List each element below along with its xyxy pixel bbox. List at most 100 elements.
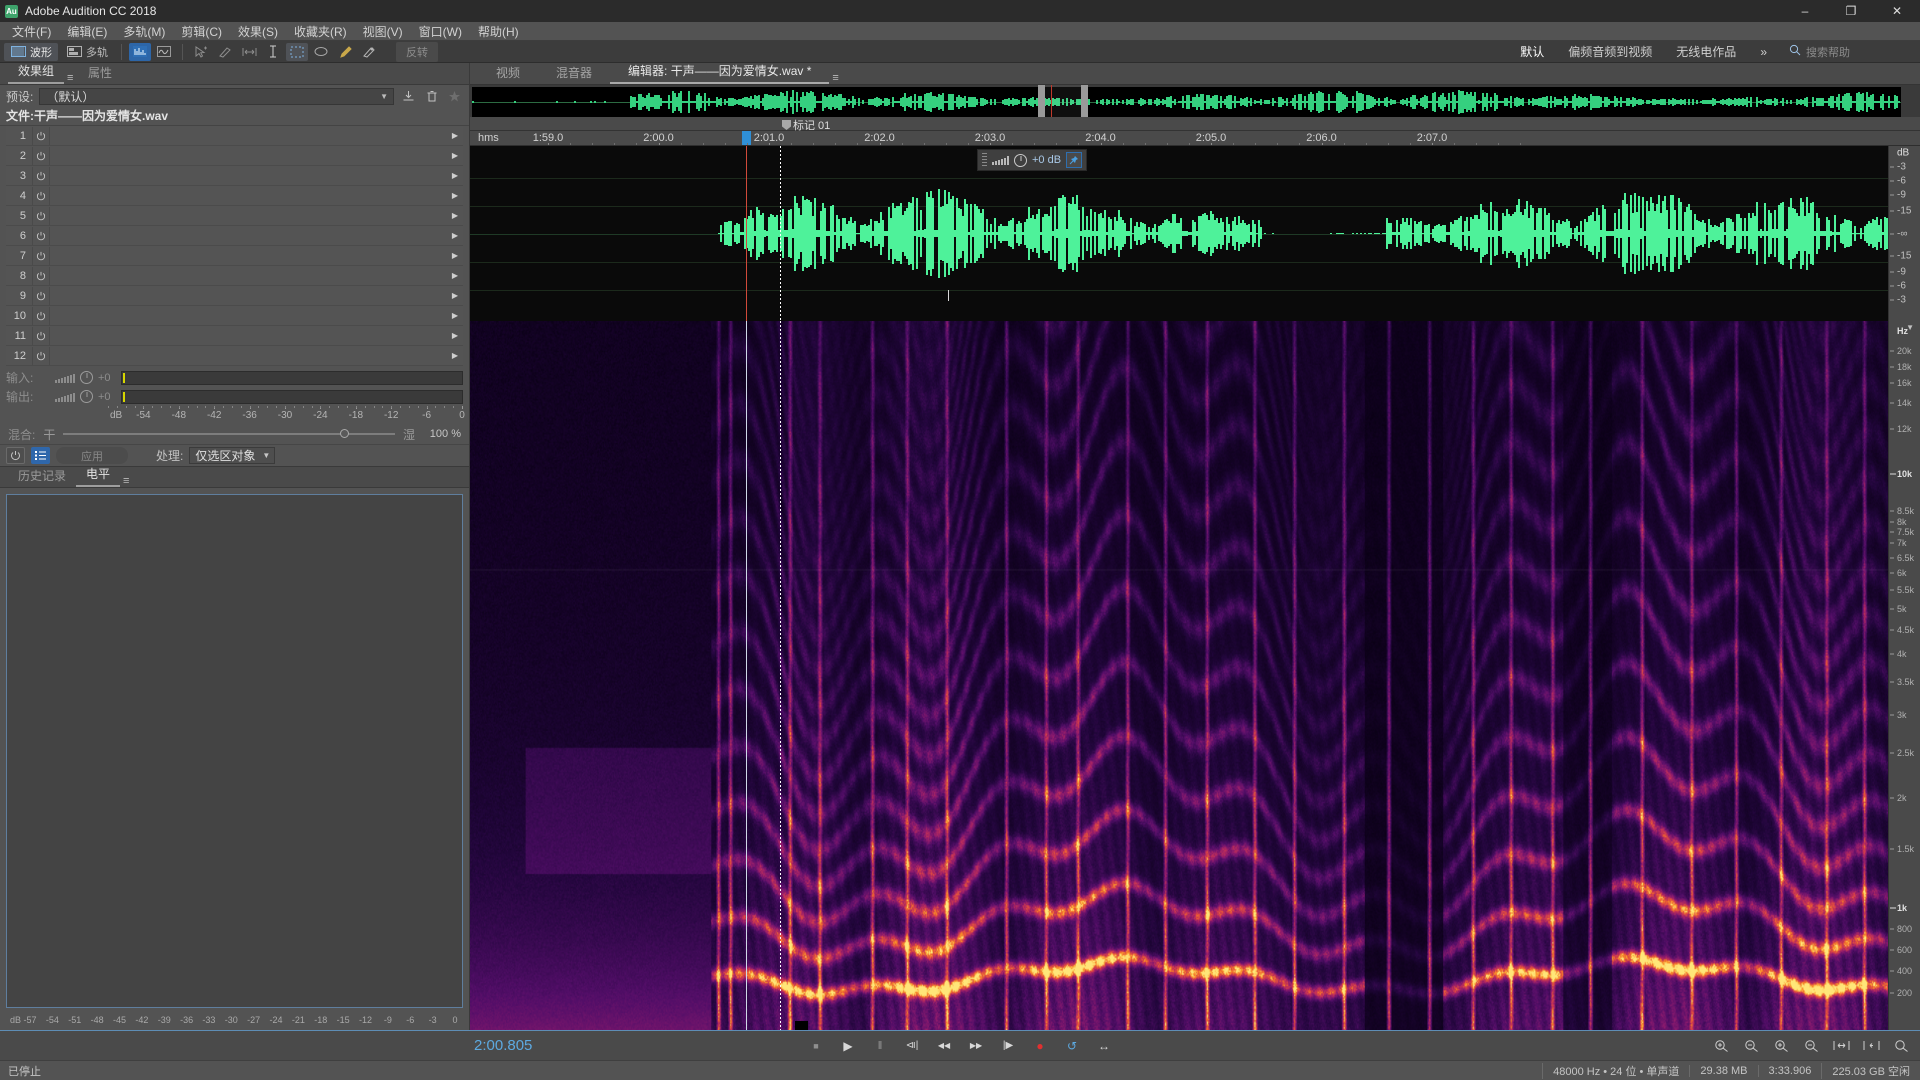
effect-slot-row[interactable]: 11 ▶	[6, 326, 463, 346]
effect-slot-name[interactable]	[50, 306, 447, 326]
effect-slot-chevron-icon[interactable]: ▶	[447, 251, 463, 260]
rewind-button[interactable]: ◀◀	[936, 1038, 952, 1054]
effect-slot-name[interactable]	[50, 206, 447, 226]
effect-slot-name[interactable]	[50, 346, 447, 366]
effect-slot-name[interactable]	[50, 326, 447, 346]
tab-editor[interactable]: 编辑器: 干声——因为爱情女.wav *	[610, 60, 830, 84]
effect-slot-row[interactable]: 1 ▶	[6, 126, 463, 146]
effect-slot-row[interactable]: 6 ▶	[6, 226, 463, 246]
zoom-in-time-icon[interactable]	[1773, 1038, 1790, 1053]
razor-tool-icon[interactable]	[214, 43, 236, 61]
workspace-default[interactable]: 默认	[1508, 41, 1556, 63]
effect-slot-row[interactable]: 7 ▶	[6, 246, 463, 266]
effect-slot-name[interactable]	[50, 226, 447, 246]
effect-slot-name[interactable]	[50, 246, 447, 266]
zoom-in-amplitude-icon[interactable]	[1713, 1038, 1730, 1053]
zoom-out-full-icon[interactable]	[1893, 1038, 1910, 1053]
delete-preset-icon[interactable]	[423, 88, 440, 105]
menu-edit[interactable]: 编辑(E)	[60, 21, 114, 42]
effect-slot-power-icon[interactable]	[32, 146, 50, 165]
effect-slot-name[interactable]	[50, 266, 447, 286]
effect-slot-name[interactable]	[50, 146, 447, 166]
reverse-button[interactable]: 反转	[396, 41, 438, 62]
tab-properties[interactable]: 属性	[78, 62, 122, 84]
effects-slot-list[interactable]: 1 ▶ 2 ▶ 3 ▶ 4 ▶ 5 ▶ 6 ▶ 7 ▶ 8 ▶ 9 ▶ 10 ▶ 11 ▶ 12 ▶	[0, 125, 469, 368]
effect-slot-row[interactable]: 12 ▶	[6, 346, 463, 366]
waveform-canvas[interactable]: +0 dB	[470, 146, 1888, 321]
skip-end-button[interactable]: |▶	[1000, 1038, 1016, 1054]
menu-clip[interactable]: 剪辑(C)	[174, 21, 229, 42]
process-dropdown[interactable]: 仅选区对象 ▼	[189, 447, 276, 464]
spectral-scale-menu-icon[interactable]: ▼	[1906, 323, 1914, 332]
input-gain-knob[interactable]	[80, 371, 93, 384]
zoom-out-amplitude-icon[interactable]	[1743, 1038, 1760, 1053]
spectrogram-canvas[interactable]	[470, 321, 1888, 1030]
effect-slot-power-icon[interactable]	[32, 226, 50, 245]
menu-window[interactable]: 窗口(W)	[412, 21, 469, 42]
output-gain-knob[interactable]	[80, 390, 93, 403]
gain-hud[interactable]: +0 dB	[977, 149, 1088, 171]
effect-slot-row[interactable]: 4 ▶	[6, 186, 463, 206]
effect-slot-chevron-icon[interactable]: ▶	[447, 291, 463, 300]
effect-slot-row[interactable]: 9 ▶	[6, 286, 463, 306]
effect-slot-power-icon[interactable]	[32, 266, 50, 285]
stop-button[interactable]: ■	[808, 1038, 824, 1054]
time-selection-tool-icon[interactable]	[262, 43, 284, 61]
waveform-view-button[interactable]: 波形	[4, 42, 58, 61]
effect-slot-power-icon[interactable]	[32, 186, 50, 205]
tab-levels[interactable]: 电平	[76, 463, 121, 487]
menu-multitrack[interactable]: 多轨(M)	[116, 21, 172, 42]
effect-slot-row[interactable]: 5 ▶	[6, 206, 463, 226]
menu-help[interactable]: 帮助(H)	[471, 21, 526, 42]
effect-slot-chevron-icon[interactable]: ▶	[447, 151, 463, 160]
hud-pin-button[interactable]	[1066, 152, 1083, 168]
power-toggle-icon[interactable]	[6, 447, 25, 464]
effect-slot-row[interactable]: 10 ▶	[6, 306, 463, 326]
panel-menu-icon[interactable]: ≡	[67, 72, 78, 84]
save-preset-icon[interactable]	[400, 88, 417, 105]
effect-slot-name[interactable]	[50, 166, 447, 186]
waveform-display[interactable]: +0 dB dB -3 -6 -9 -15 -∞ -15 -9 -6 -3	[470, 146, 1920, 321]
multitrack-view-button[interactable]: 多轨	[60, 43, 114, 61]
workspace-overflow-button[interactable]: »	[1748, 41, 1779, 63]
effect-slot-power-icon[interactable]	[32, 306, 50, 325]
zoom-to-selection-icon[interactable]	[1833, 1038, 1850, 1053]
hud-gain-knob[interactable]	[1014, 153, 1027, 167]
effect-slot-name[interactable]	[50, 186, 447, 206]
tab-video[interactable]: 视频	[478, 62, 538, 84]
waveform-playhead[interactable]	[746, 146, 747, 321]
levels-panel-body[interactable]	[6, 494, 463, 1008]
close-button[interactable]: ✕	[1874, 0, 1920, 22]
effect-slot-chevron-icon[interactable]: ▶	[447, 351, 463, 360]
menu-effects[interactable]: 效果(S)	[231, 21, 285, 42]
mix-slider[interactable]	[63, 429, 395, 438]
spectral-playhead[interactable]	[746, 321, 747, 1030]
marker-bar[interactable]: 标记 01	[470, 117, 1920, 132]
record-button[interactable]: ●	[1032, 1038, 1048, 1054]
effect-slot-power-icon[interactable]	[32, 126, 50, 145]
loop-button[interactable]: ↺	[1064, 1038, 1080, 1054]
preset-dropdown[interactable]: （默认） ▼	[39, 87, 394, 105]
effect-slot-row[interactable]: 3 ▶	[6, 166, 463, 186]
pause-button[interactable]: ‖	[872, 1038, 888, 1054]
effect-slot-chevron-icon[interactable]: ▶	[447, 331, 463, 340]
effect-slot-name[interactable]	[50, 286, 447, 306]
effect-slot-chevron-icon[interactable]: ▶	[447, 131, 463, 140]
menu-view[interactable]: 视图(V)	[356, 21, 410, 42]
timeline-ruler[interactable]: hms 1:59.0 2:00.0 2:01.0 2:02.0 2:03.0 2:04.0…	[470, 131, 1920, 146]
effect-slot-chevron-icon[interactable]: ▶	[447, 211, 463, 220]
play-button[interactable]: ▶	[840, 1038, 856, 1054]
panel-menu-icon[interactable]: ≡	[123, 475, 134, 487]
menu-favorites[interactable]: 收藏夹(R)	[287, 21, 354, 42]
zoom-in-selection-icon[interactable]	[1863, 1038, 1880, 1053]
favorite-star-icon[interactable]	[446, 88, 463, 105]
apply-button[interactable]: 应用	[56, 447, 128, 464]
effect-slot-row[interactable]: 2 ▶	[6, 146, 463, 166]
effect-slot-power-icon[interactable]	[32, 246, 50, 265]
effect-slot-row[interactable]: 8 ▶	[6, 266, 463, 286]
effect-slot-chevron-icon[interactable]: ▶	[447, 171, 463, 180]
panel-menu-icon[interactable]: ≡	[832, 72, 843, 84]
rack-list-icon[interactable]	[31, 447, 50, 464]
tab-effects-rack[interactable]: 效果组	[8, 60, 65, 84]
tab-history[interactable]: 历史记录	[8, 465, 76, 487]
